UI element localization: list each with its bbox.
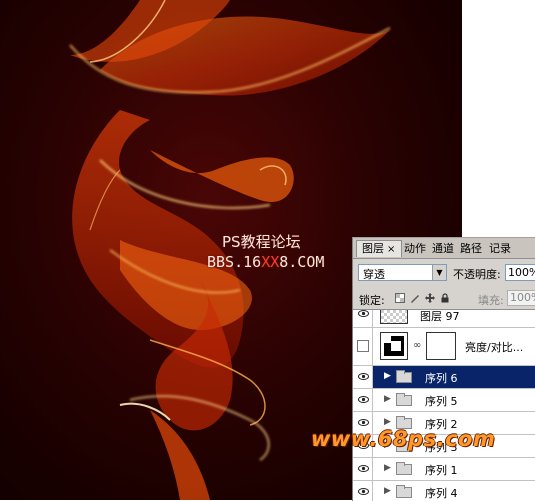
layer-name: 序列 1 bbox=[425, 464, 458, 477]
tab-channels[interactable]: 通道 bbox=[432, 241, 454, 258]
watermark-url-text: BBS.16XX8.COM bbox=[207, 253, 324, 271]
lock-pixels-icon[interactable] bbox=[410, 293, 420, 303]
tab-history[interactable]: 记录 bbox=[489, 241, 511, 258]
layer-row-97[interactable]: 图层 97 bbox=[353, 310, 535, 328]
lock-all-icon[interactable] bbox=[440, 293, 450, 303]
watermark-url-highlight: XX bbox=[261, 253, 280, 271]
folder-icon bbox=[396, 485, 412, 498]
eye-icon bbox=[358, 396, 369, 403]
folder-icon bbox=[396, 370, 412, 383]
tab-layers[interactable]: 图层 × bbox=[356, 240, 402, 257]
visibility-toggle[interactable] bbox=[353, 481, 373, 501]
watermark-url-suffix: 8.COM bbox=[279, 253, 325, 271]
eye-icon bbox=[358, 373, 369, 380]
link-icon: ∞ bbox=[413, 340, 422, 351]
layer-mask-thumbnail bbox=[426, 332, 456, 360]
layer-row-group-1[interactable]: ▶ 序列 1 bbox=[353, 458, 535, 481]
lock-transparency-icon[interactable] bbox=[395, 293, 405, 303]
tab-actions[interactable]: 动作 bbox=[404, 241, 426, 258]
layer-row-group-6[interactable]: ▶ 序列 6 bbox=[353, 366, 535, 389]
layer-name: 亮度/对比... bbox=[465, 341, 524, 354]
visibility-toggle[interactable] bbox=[353, 458, 373, 480]
folder-icon bbox=[396, 462, 412, 475]
eye-icon bbox=[358, 488, 369, 495]
layer-row-group-5[interactable]: ▶ 序列 5 bbox=[353, 389, 535, 412]
folder-icon bbox=[396, 393, 412, 406]
visibility-toggle[interactable] bbox=[353, 327, 373, 365]
eye-icon bbox=[358, 310, 369, 317]
close-icon[interactable]: × bbox=[387, 244, 395, 255]
visibility-off-box bbox=[357, 340, 369, 352]
expand-triangle-icon[interactable]: ▶ bbox=[384, 394, 391, 404]
tab-paths[interactable]: 路径 bbox=[460, 241, 482, 258]
visibility-toggle[interactable] bbox=[353, 389, 373, 411]
tab-layers-label: 图层 bbox=[362, 242, 384, 255]
eye-icon bbox=[358, 419, 369, 426]
fill-input[interactable]: 100% bbox=[507, 290, 535, 306]
watermark-forum-text: PS教程论坛 bbox=[222, 233, 301, 251]
lock-position-icon[interactable] bbox=[425, 293, 435, 303]
dropdown-arrow-icon[interactable]: ▼ bbox=[432, 265, 446, 280]
layer-name: 图层 97 bbox=[420, 310, 460, 323]
blend-mode-select[interactable]: 穿透 ▼ bbox=[358, 264, 447, 281]
lock-row: 锁定: 填充: 100% bbox=[357, 290, 535, 307]
adjustment-icon bbox=[380, 332, 408, 360]
layer-name: 序列 5 bbox=[425, 395, 458, 408]
blend-mode-value: 穿透 bbox=[363, 268, 385, 281]
layer-row-group-4[interactable]: ▶ 序列 4 bbox=[353, 481, 535, 501]
layer-thumbnail bbox=[380, 310, 408, 324]
expand-triangle-icon[interactable]: ▶ bbox=[384, 371, 391, 381]
expand-triangle-icon[interactable]: ▶ bbox=[384, 417, 391, 427]
layers-list[interactable]: 图层 97 ∞ 亮度/对比... ▶ 序列 6 ▶ 序列 5 ▶ 序列 2 ▶ … bbox=[353, 309, 535, 501]
visibility-toggle[interactable] bbox=[353, 310, 373, 327]
expand-triangle-icon[interactable]: ▶ bbox=[384, 463, 391, 473]
watermark-url-prefix: BBS.16 bbox=[207, 253, 262, 271]
opacity-label: 不透明度: bbox=[453, 268, 501, 281]
layer-name: 序列 6 bbox=[425, 372, 458, 385]
blend-row: 穿透 ▼ 不透明度: 100% bbox=[357, 264, 535, 282]
eye-icon bbox=[358, 465, 369, 472]
expand-triangle-icon[interactable]: ▶ bbox=[384, 486, 391, 496]
layers-panel: 图层× 动作 通道 路径 记录 穿透 ▼ 不透明度: 100% 锁定: 填充: … bbox=[352, 237, 535, 501]
layer-row-brightness-contrast[interactable]: ∞ 亮度/对比... bbox=[353, 327, 535, 366]
lock-label: 锁定: bbox=[359, 294, 385, 307]
fill-label: 填充: bbox=[478, 294, 504, 307]
visibility-toggle[interactable] bbox=[353, 366, 373, 388]
site-watermark: www.68ps.com bbox=[311, 427, 496, 451]
panel-tab-bar: 图层 × 动作 通道 路径 记录 bbox=[353, 238, 535, 259]
layer-name: 序列 4 bbox=[425, 487, 458, 500]
opacity-input[interactable]: 100% bbox=[505, 264, 535, 281]
